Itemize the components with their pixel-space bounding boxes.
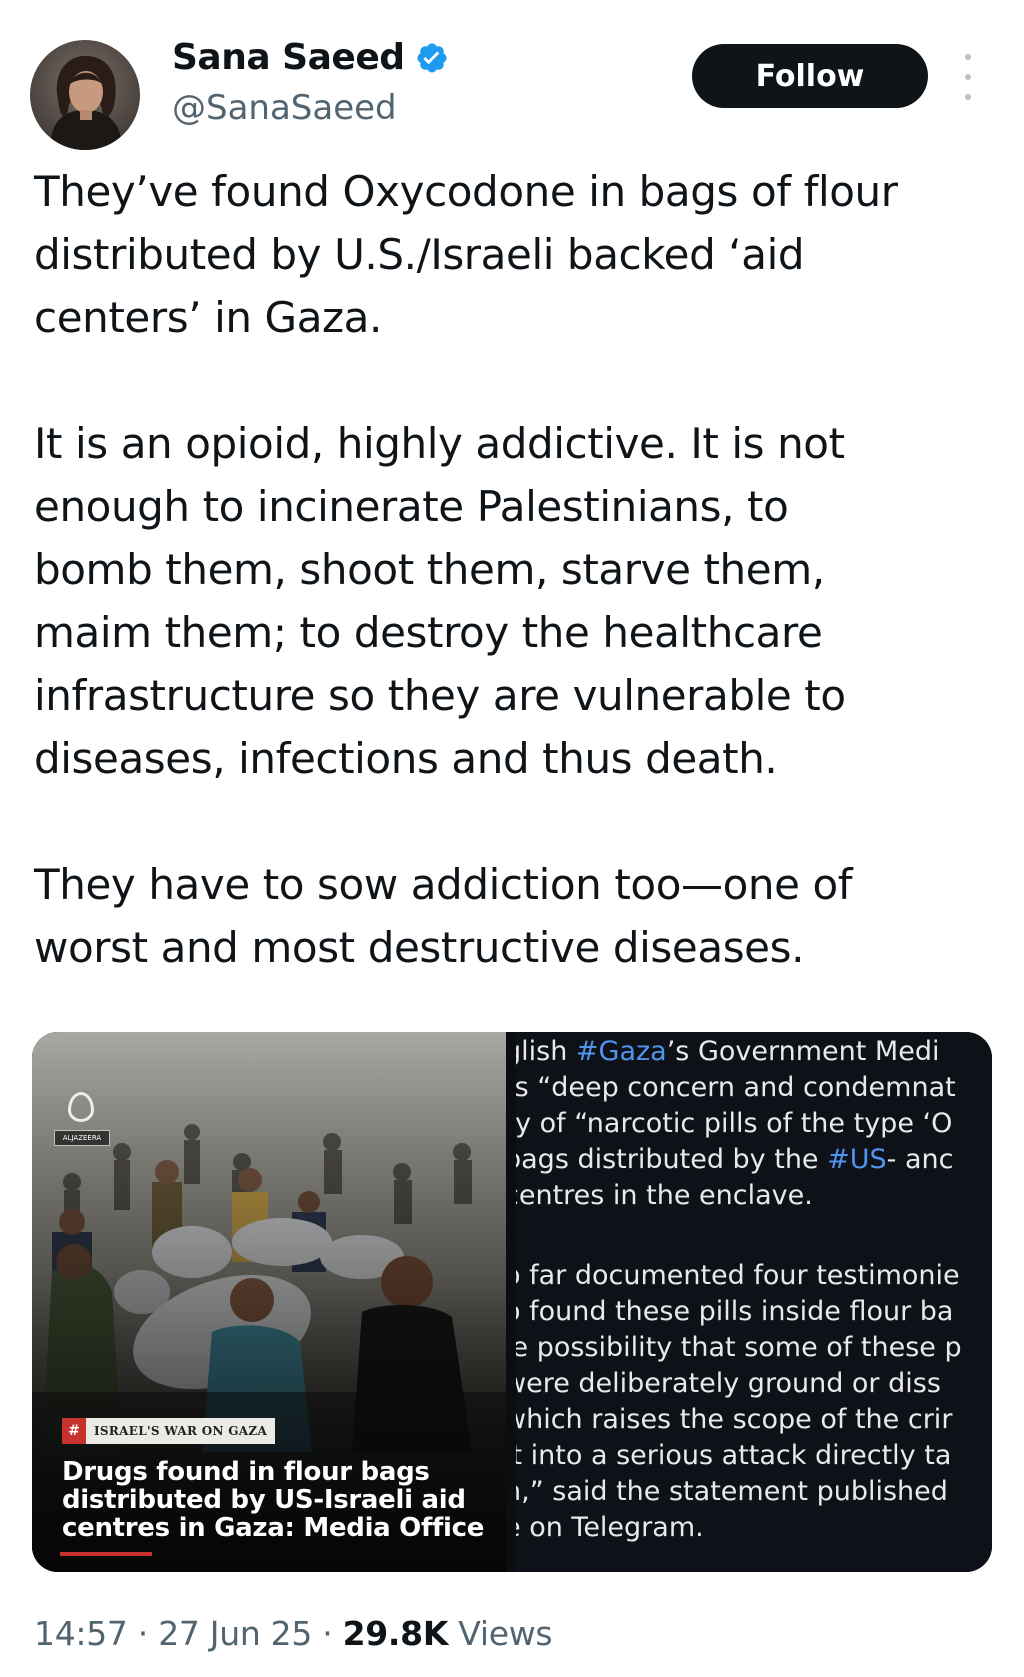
separator-dot: · — [312, 1614, 343, 1653]
badge-hash: # — [62, 1418, 86, 1444]
statement-line: ry of “narcotic pills of the type ‘O — [516, 1108, 953, 1139]
statement-line: which raises the scope of the crir — [516, 1404, 953, 1435]
tweet-body: They’ve found Oxycodone in bags of flour… — [34, 160, 984, 1042]
hashtag-link[interactable]: #US — [827, 1144, 887, 1175]
statement-line: ie possibility that some of these p — [516, 1332, 962, 1363]
statement-text: glish #Gaza’s Government Medi ts “deep c… — [516, 1032, 992, 1546]
tweet-paragraph: It is an opioid, highly addictive. It is… — [34, 419, 846, 783]
statement-line: were deliberately ground or diss — [516, 1368, 941, 1399]
tweet-metadata: 14:57 · 27 Jun 25 · 29.8K Views — [34, 1612, 553, 1656]
media-image-news[interactable]: ALJAZEERA # ISRAEL'S WAR ON GAZA Drugs f… — [32, 1032, 506, 1572]
tweet-header: Sana Saeed @SanaSaeed Follow — [0, 0, 1024, 160]
statement-line: centres in the enclave. — [516, 1180, 813, 1211]
statement-line: ts “deep concern and condemnat — [516, 1072, 956, 1103]
tweet-paragraph: They’ve found Oxycodone in bags of flour… — [34, 167, 898, 342]
follow-button[interactable]: Follow — [692, 44, 928, 108]
statement-line: bags distributed by the #US- anc — [516, 1144, 954, 1175]
separator-dot: · — [127, 1614, 159, 1653]
statement-line: it into a serious attack directly ta — [516, 1440, 952, 1471]
author-handle[interactable]: @SanaSaeed — [172, 86, 397, 130]
statement-line: glish #Gaza’s Government Medi — [516, 1036, 940, 1067]
views-count[interactable]: 29.8K — [343, 1614, 449, 1653]
tweet-paragraph: They have to sow addiction too—one of wo… — [34, 860, 853, 972]
statement-line: o found these pills inside flour ba — [516, 1296, 954, 1327]
tweet-media: ALJAZEERA # ISRAEL'S WAR ON GAZA Drugs f… — [32, 1032, 992, 1572]
author-display-name[interactable]: Sana Saeed — [172, 36, 405, 80]
hashtag-link[interactable]: #Gaza — [576, 1036, 667, 1067]
section-badge: # ISRAEL'S WAR ON GAZA — [62, 1418, 276, 1444]
verified-badge-icon — [415, 41, 449, 75]
tweet-date[interactable]: 27 Jun 25 — [158, 1614, 312, 1653]
statement-line: e on Telegram. — [516, 1512, 704, 1543]
statement-line: h,” said the statement published — [516, 1476, 948, 1507]
media-image-statement[interactable]: glish #Gaza’s Government Medi ts “deep c… — [516, 1032, 992, 1572]
aljazeera-logo-icon: ALJAZEERA — [54, 1092, 110, 1156]
more-vertical-icon[interactable] — [956, 54, 980, 100]
news-headline: Drugs found in flour bags distributed by… — [62, 1457, 485, 1543]
author-name-row: Sana Saeed — [172, 36, 449, 80]
statement-line: o far documented four testimonie — [516, 1260, 960, 1291]
tweet-time[interactable]: 14:57 — [34, 1614, 128, 1653]
profile-avatar[interactable] — [30, 40, 140, 150]
badge-label: ISRAEL'S WAR ON GAZA — [94, 1424, 268, 1438]
headline-accent-bar — [60, 1552, 152, 1556]
views-label: Views — [448, 1614, 553, 1653]
